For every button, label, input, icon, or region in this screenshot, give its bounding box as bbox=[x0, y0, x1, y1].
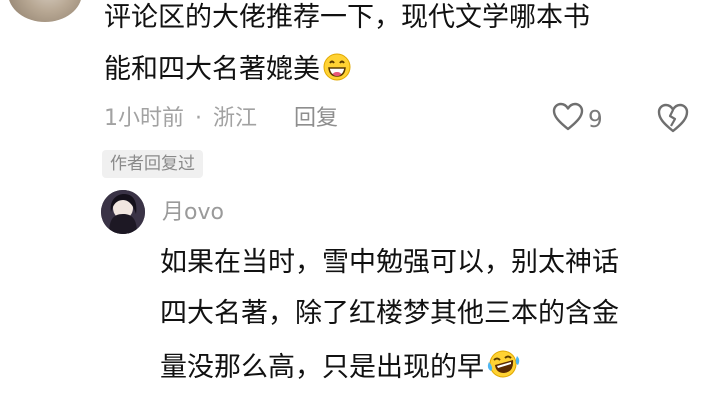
comment-time: 1小时前 bbox=[104, 106, 184, 131]
grinning-emoji-icon bbox=[322, 52, 352, 91]
laughing-tears-emoji-icon bbox=[486, 348, 520, 389]
comment-text-line: 能和四大名著媲美 bbox=[104, 52, 352, 91]
reply-text: 量没那么高，只是出现的早 bbox=[160, 352, 484, 383]
dislike-button[interactable] bbox=[656, 102, 690, 138]
reply-text-line: 量没那么高，只是出现的早 bbox=[160, 348, 520, 389]
comment-text-line: 评论区的大佬推荐一下，现代文学哪本书 bbox=[104, 1, 590, 35]
reply-button[interactable]: 回复 bbox=[294, 104, 338, 134]
author-replied-badge: 作者回复过 bbox=[102, 150, 203, 178]
comment-location: 浙江 bbox=[213, 106, 258, 131]
reply-avatar[interactable] bbox=[101, 190, 145, 234]
meta-separator: · bbox=[195, 106, 202, 131]
reply-username[interactable]: 月ovo bbox=[162, 198, 224, 228]
comment-text: 能和四大名著媲美 bbox=[104, 54, 320, 85]
reply-text: 如果在当时，雪中勉强可以，别太神话 bbox=[160, 247, 619, 278]
reply-text: 四大名著，除了红楼梦其他三本的含金 bbox=[160, 298, 619, 329]
avatar[interactable] bbox=[8, 0, 82, 22]
like-count: 9 bbox=[588, 107, 603, 133]
like-button[interactable]: 9 bbox=[552, 102, 603, 138]
reply-text-line: 四大名著，除了红楼梦其他三本的含金 bbox=[160, 297, 619, 331]
comment-text: 评论区的大佬推荐一下，现代文学哪本书 bbox=[104, 2, 590, 33]
reply-text-line: 如果在当时，雪中勉强可以，别太神话 bbox=[160, 246, 619, 280]
broken-heart-icon bbox=[656, 103, 690, 138]
comment-meta: 1小时前 · 浙江 回复 bbox=[104, 104, 338, 134]
heart-outline-icon bbox=[552, 102, 584, 138]
